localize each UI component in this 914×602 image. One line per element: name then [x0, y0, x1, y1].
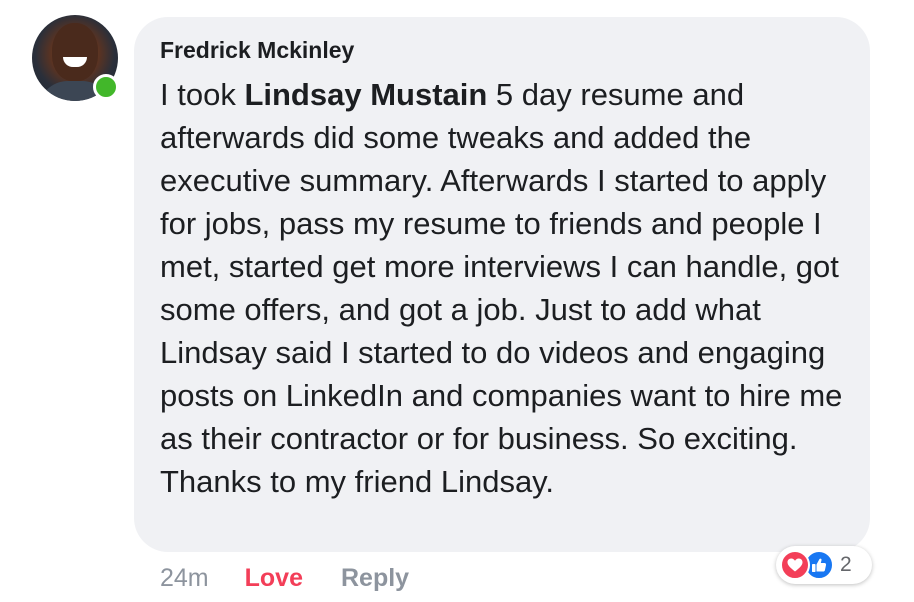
reaction-count: 2: [840, 553, 852, 576]
comment-text: I took Lindsay Mustain 5 day resume and …: [160, 73, 860, 503]
comment-actions: 24m Love Reply: [160, 562, 409, 594]
online-status-indicator: [93, 74, 119, 100]
heart-icon: [780, 550, 810, 580]
reply-button[interactable]: Reply: [341, 564, 409, 593]
timestamp[interactable]: 24m: [160, 564, 209, 593]
love-reaction-button[interactable]: Love: [245, 564, 303, 593]
comment-text-rest: 5 day resume and afterwards did some twe…: [160, 77, 843, 499]
mention-link[interactable]: Lindsay Mustain: [244, 77, 487, 112]
comment-author-name[interactable]: Fredrick Mckinley: [160, 37, 354, 64]
comment-text-start: I took: [160, 77, 245, 112]
reaction-summary[interactable]: 2: [776, 546, 872, 584]
